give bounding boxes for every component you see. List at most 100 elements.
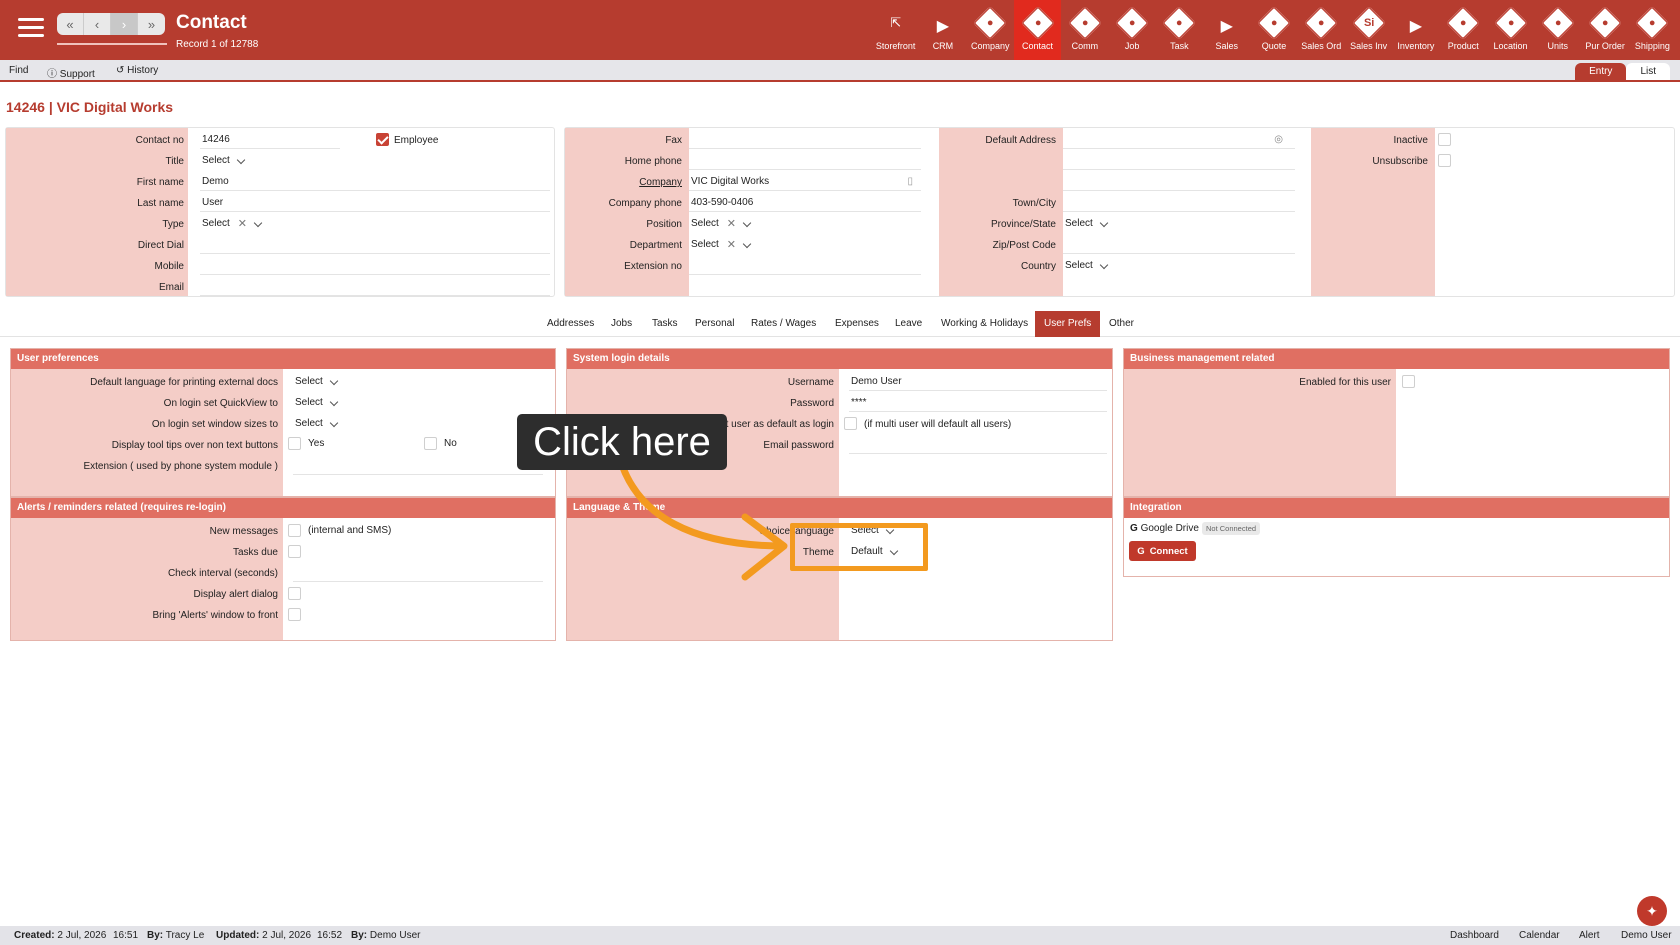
new-messages-checkbox[interactable] [288,524,301,537]
tab-working-holidays[interactable]: Working & Holidays [932,311,1037,337]
location-pin-icon[interactable]: ◎ [1274,131,1283,149]
check-interval-field[interactable] [293,564,543,582]
enabled-checkbox[interactable] [1402,375,1415,388]
module-sales[interactable]: ▶ Sales [1203,0,1250,60]
history-icon: ↺ [116,65,125,76]
calendar-link[interactable]: Calendar [1519,930,1560,941]
tooltips-no-checkbox[interactable] [424,437,437,450]
tab-tasks[interactable]: Tasks [643,311,687,337]
address-line-2[interactable] [1063,152,1295,170]
module-label: Quote [1261,41,1287,51]
history-button[interactable]: ↺ History [116,65,158,76]
new-messages-note: (internal and SMS) [308,525,392,536]
password-field[interactable]: **** [849,394,1107,412]
fax-field[interactable] [689,131,921,149]
email-password-field[interactable] [849,436,1107,454]
phone-extension-field[interactable] [293,457,543,475]
default-address-field[interactable]: ◎ [1063,131,1295,149]
username-field[interactable]: Demo User [849,373,1107,391]
module-job[interactable]: ● Job [1108,0,1155,60]
document-icon[interactable]: ▯ [907,173,913,191]
arrow-right-icon: ▶ [1409,18,1423,35]
province-select[interactable]: Select [1065,215,1109,233]
title-select[interactable]: Select [202,152,246,170]
module-location[interactable]: ● Location [1487,0,1534,60]
first-name-field[interactable]: Demo [200,173,550,191]
company-field[interactable]: VIC Digital Works ▯ [689,173,921,191]
tab-personal[interactable]: Personal [686,311,743,337]
assistant-icon[interactable]: ✦ [1637,896,1667,926]
display-alert-checkbox[interactable] [288,587,301,600]
module-quote[interactable]: ● Quote [1250,0,1297,60]
bring-front-checkbox[interactable] [288,608,301,621]
clear-icon[interactable]: ✕ [727,236,736,254]
clear-icon[interactable]: ✕ [238,215,247,233]
status-bar: Created: 2 Jul, 2026 16:51 By: Tracy Le … [0,926,1680,945]
find-button[interactable]: Find [9,65,28,76]
type-select[interactable]: Select ✕ [202,215,263,233]
module-company[interactable]: ● Company [967,0,1014,60]
inactive-checkbox[interactable] [1438,133,1451,146]
department-select[interactable]: Select ✕ [691,236,752,254]
module-shipping[interactable]: ● Shipping [1629,0,1676,60]
connect-button[interactable]: G Connect [1129,541,1196,561]
new-messages-label: New messages [209,526,278,537]
user-menu-link[interactable]: Demo User [1621,930,1672,941]
default-language-select[interactable]: Select [295,373,339,391]
contact-no-field[interactable]: 14246 [200,131,340,149]
extension-field[interactable] [689,257,921,275]
module-crm[interactable]: ▶ CRM [919,0,966,60]
module-contact[interactable]: ● Contact [1013,0,1062,60]
tab-expenses[interactable]: Expenses [826,311,888,337]
module-units[interactable]: ● Units [1534,0,1581,60]
module-label: Product [1447,41,1479,51]
tab-list[interactable]: List [1626,63,1670,80]
module-product[interactable]: ● Product [1440,0,1487,60]
email-field[interactable] [200,278,550,296]
zip-field[interactable] [1063,236,1295,254]
module-task[interactable]: ● Task [1156,0,1203,60]
module-pur-order[interactable]: ● Pur Order [1581,0,1628,60]
previous-record-button[interactable]: ‹ [84,13,111,35]
next-record-button[interactable]: › [111,13,138,35]
quickview-select[interactable]: Select [295,394,339,412]
module-sales-ord[interactable]: ● Sales Ord [1298,0,1345,60]
module-sales-inv[interactable]: Si Sales Inv [1345,0,1392,60]
employee-checkbox[interactable] [376,133,389,146]
email-label: Email [158,282,184,293]
tasks-due-checkbox[interactable] [288,545,301,558]
support-button[interactable]: ⓘ Support [47,65,95,80]
alert-link[interactable]: Alert [1579,930,1600,941]
tab-other[interactable]: Other [1100,311,1143,337]
company-phone-field[interactable]: 403-590-0406 [689,194,921,212]
tab-entry[interactable]: Entry [1575,63,1627,80]
module-comm[interactable]: ● Comm [1061,0,1108,60]
module-storefront[interactable]: ⇱ Storefront [872,0,919,60]
module-label: Contact [1022,41,1054,51]
last-name-field[interactable]: User [200,194,550,212]
last-record-button[interactable]: » [138,13,165,35]
tooltips-yes-checkbox[interactable] [288,437,301,450]
first-record-button[interactable]: « [57,13,84,35]
module-inventory[interactable]: ▶ Inventory [1392,0,1439,60]
town-field[interactable] [1063,194,1295,212]
window-size-select[interactable]: Select [295,415,339,433]
address-line-3[interactable] [1063,173,1295,191]
country-select[interactable]: Select [1065,257,1109,275]
company-link[interactable]: Company [565,177,682,188]
tab-user-prefs[interactable]: User Prefs [1035,311,1101,337]
tab-rates-wages[interactable]: Rates / Wages [742,311,825,337]
mobile-field[interactable] [200,257,550,275]
tab-leave[interactable]: Leave [886,311,931,337]
default-login-checkbox[interactable] [844,417,857,430]
top-bar: « ‹ › » Contact Record 1 of 12788 ⇱ Store… [0,0,1680,60]
unsubscribe-checkbox[interactable] [1438,154,1451,167]
tab-addresses[interactable]: Addresses [538,311,603,337]
position-select[interactable]: Select ✕ [691,215,752,233]
dashboard-link[interactable]: Dashboard [1450,930,1499,941]
tab-jobs[interactable]: Jobs [602,311,641,337]
direct-dial-field[interactable] [200,236,550,254]
clear-icon[interactable]: ✕ [727,215,736,233]
home-phone-field[interactable] [689,152,921,170]
menu-icon[interactable] [18,18,44,38]
